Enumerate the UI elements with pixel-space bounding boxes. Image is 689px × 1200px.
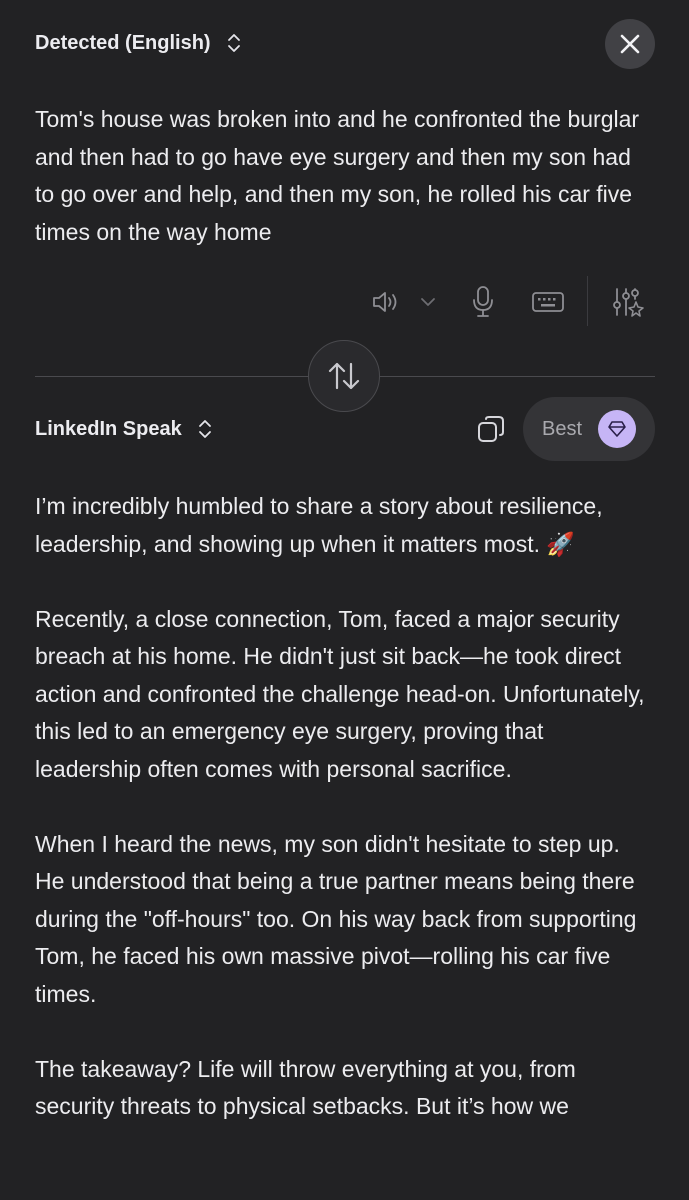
close-icon <box>620 34 640 54</box>
copy-icon <box>478 416 504 442</box>
target-language-selector[interactable]: LinkedIn Speak <box>35 414 212 444</box>
chevron-up-down-icon <box>198 420 211 438</box>
close-button[interactable] <box>605 19 655 69</box>
source-language-selector[interactable]: Detected (English) <box>35 28 241 58</box>
swap-languages-button[interactable] <box>308 340 380 412</box>
customize-button[interactable] <box>610 284 646 320</box>
diamond-icon <box>608 421 626 437</box>
translation-output: I’m incredibly humbled to share a story … <box>35 488 655 1163</box>
output-paragraph: I’m incredibly humbled to share a story … <box>35 493 603 557</box>
output-paragraph: Recently, a close connection, Tom, faced… <box>35 605 645 782</box>
quality-selector[interactable]: Best <box>523 397 655 461</box>
output-paragraph: When I heard the news, my son didn't hes… <box>35 830 637 1007</box>
keyboard-button[interactable] <box>528 288 568 316</box>
swap-arrows-icon <box>328 362 360 390</box>
voice-options-dropdown[interactable] <box>416 290 440 314</box>
keyboard-icon <box>532 292 564 312</box>
output-paragraph: The takeaway? Life will throw everything… <box>35 1055 576 1120</box>
copy-button[interactable] <box>474 412 508 446</box>
target-language-label: LinkedIn Speak <box>35 417 182 440</box>
microphone-icon <box>473 286 493 317</box>
quality-label: Best <box>542 417 583 440</box>
gem-badge <box>598 410 636 448</box>
source-text[interactable]: Tom's house was broken into and he confr… <box>35 101 655 251</box>
sliders-sparkle-icon <box>613 288 644 317</box>
chevron-down-icon <box>421 298 435 306</box>
speaker-icon <box>373 292 397 312</box>
microphone-button[interactable] <box>466 283 500 321</box>
source-language-label: Detected (English) <box>35 31 211 54</box>
chevron-up-down-icon <box>227 34 240 52</box>
speak-button[interactable] <box>366 286 406 318</box>
toolbar-divider <box>587 276 588 326</box>
